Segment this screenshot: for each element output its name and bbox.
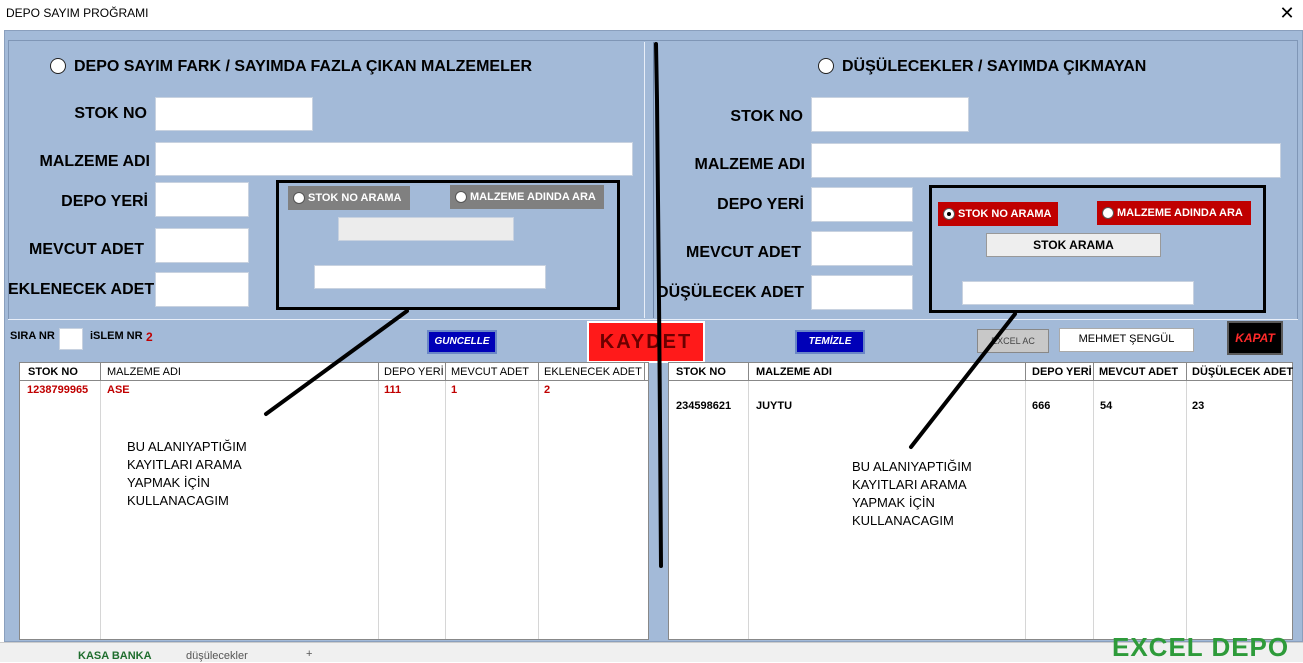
annotation-lines	[264, 42, 1017, 568]
right-arrow-line	[909, 312, 1017, 449]
left-arrow-line	[264, 309, 409, 416]
add-sheet-icon[interactable]: +	[306, 648, 312, 660]
sheet-tab-kasa-banka[interactable]: KASA BANKA	[78, 650, 152, 662]
sheet-tab-dusulecekler[interactable]: düşülecekler	[186, 650, 248, 662]
vertical-divider-line	[654, 42, 663, 568]
watermark-logo: EXCEL DEPO	[1112, 632, 1290, 662]
